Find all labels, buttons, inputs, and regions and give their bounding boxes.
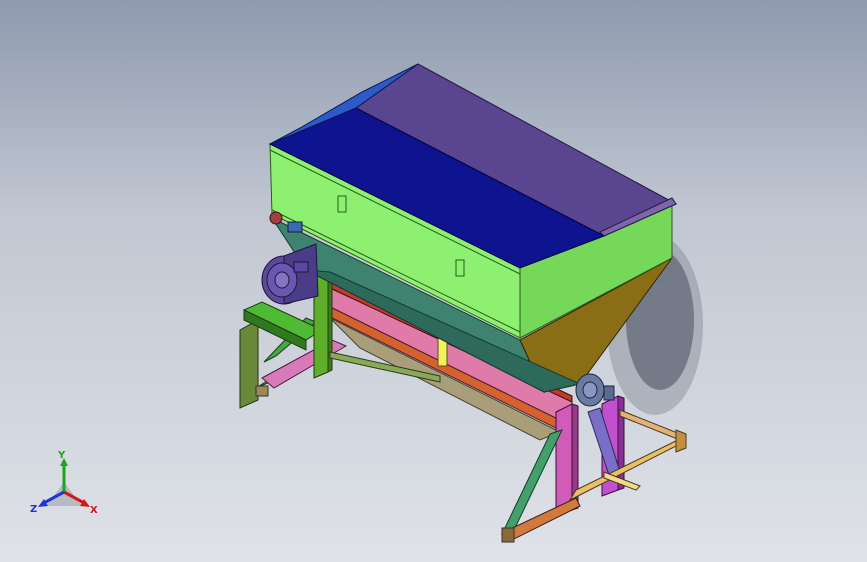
z-axis-label: Z xyxy=(30,504,38,515)
cad-viewport[interactable]: Y X Z xyxy=(0,0,867,562)
x-axis-label: X xyxy=(90,505,98,516)
y-axis-label: Y xyxy=(58,450,66,461)
hopper-assembly-model[interactable] xyxy=(0,0,867,562)
